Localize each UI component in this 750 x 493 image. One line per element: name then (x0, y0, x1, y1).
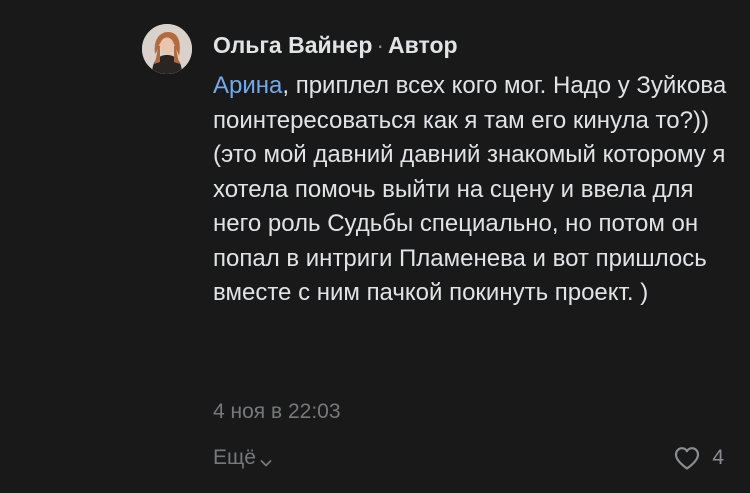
comment-timestamp[interactable]: 4 ноя в 22:03 (213, 397, 341, 427)
more-button[interactable]: Ещё (213, 443, 274, 473)
avatar[interactable] (142, 24, 192, 74)
comment-body: , приплел всех кого мог. Надо у Зуйкова … (213, 72, 727, 306)
mention-link[interactable]: Арина (213, 72, 282, 99)
heart-icon (675, 447, 700, 470)
comment-text: Арина, приплел всех кого мог. Надо у Зуй… (213, 69, 733, 311)
author-badge: Автор (388, 32, 458, 58)
comment: Ольга Вайнер · Автор Арина, приплел всех к… (0, 0, 750, 493)
header-separator: · (376, 32, 385, 58)
author-name[interactable]: Ольга Вайнер (213, 32, 372, 58)
like-button[interactable]: 4 (672, 443, 724, 473)
like-count: 4 (712, 446, 724, 469)
comment-header: Ольга Вайнер · Автор (213, 30, 458, 60)
chevron-down-icon (258, 450, 274, 467)
more-label: Ещё (213, 446, 256, 469)
